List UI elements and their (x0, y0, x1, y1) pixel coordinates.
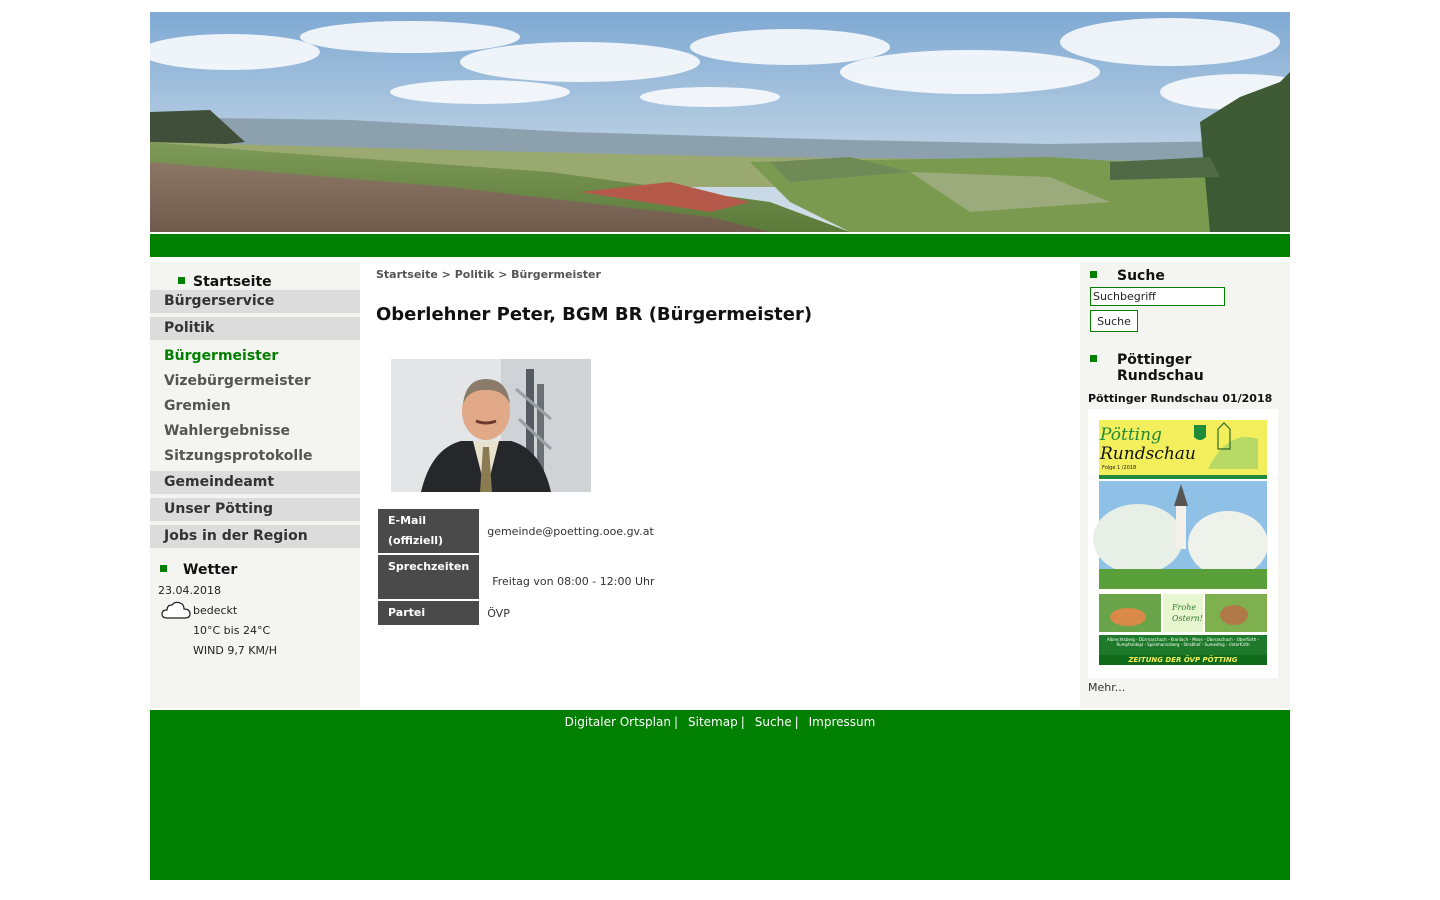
nav-home-label: Startseite (193, 274, 272, 290)
bullet-icon (1090, 271, 1097, 278)
nav-home-link[interactable]: Startseite (178, 274, 272, 290)
detail-value-sprechzeiten: Freitag von 08:00 - 12:00 Uhr (492, 574, 655, 588)
weather-condition: bedeckt (193, 604, 238, 617)
nav-item-jobs[interactable]: Jobs in der Region (150, 525, 360, 548)
nav-item-buergerservice[interactable]: Bürgerservice (150, 290, 360, 313)
cover-issue-number: Folge 1 /2018 (1102, 465, 1137, 471)
breadcrumb-separator: > (498, 268, 508, 281)
search-input[interactable] (1090, 287, 1225, 306)
footer: Digitaler Ortsplan | Sitemap | Suche | Impress… (150, 710, 1290, 880)
rundschau-issue-title: Pöttinger Rundschau 01/2018 (1088, 392, 1273, 405)
table-row: E-Mail (offiziell) gemeinde@poetting.ooe… (378, 509, 661, 553)
rundschau-section-title: Pöttinger Rundschau (1090, 352, 1280, 384)
cover-villages: Albrechtsberg - Dürrnaschach - Kronlach … (1107, 637, 1259, 647)
left-sidebar: Startseite Bürgerservice Politik Bürgerm… (150, 262, 360, 708)
footer-link-sitemap[interactable]: Sitemap (688, 715, 738, 729)
cloud-icon (161, 600, 191, 624)
detail-value-email[interactable]: gemeinde@poetting.ooe.gv.at (481, 509, 660, 553)
footer-separator: | (740, 715, 745, 729)
weather-title-label: Wetter (183, 562, 238, 578)
weather-title: Wetter (160, 562, 237, 578)
nav-item-unser-poetting[interactable]: Unser Pötting (150, 498, 360, 521)
breadcrumb-separator: > (441, 268, 451, 281)
rundschau-cover-image[interactable]: Pötting Rundschau Folge 1 /2018 Frohe Os… (1088, 409, 1278, 678)
weather-wind: WIND 9,7 KM/H (193, 644, 277, 657)
bullet-icon (160, 565, 167, 572)
search-title-label: Suche (1117, 268, 1165, 284)
weather-date: 23.04.2018 (158, 584, 221, 597)
search-button[interactable]: Suche (1090, 310, 1138, 332)
search-section-title: Suche (1090, 268, 1165, 284)
portrait-photo (391, 359, 591, 492)
nav-subitem-buergermeister[interactable]: Bürgermeister (164, 348, 278, 364)
bullet-icon (1090, 355, 1097, 362)
cover-greeting: Frohe Ostern! (1172, 602, 1203, 624)
nav-item-gemeindeamt[interactable]: Gemeindeamt (150, 471, 360, 494)
breadcrumb-current: Bürgermeister (511, 268, 601, 281)
header (150, 12, 1290, 232)
table-row: Sprechzeiten Freitag von 08:00 - 12:00 U… (378, 555, 661, 599)
nav-subitem-vizebuergermeister[interactable]: Vizebürgermeister (164, 373, 311, 389)
main-content: Startseite > Politik > Bürgermeister Obe… (360, 262, 1080, 708)
breadcrumb-link-politik[interactable]: Politik (455, 268, 495, 281)
breadcrumb-link-startseite[interactable]: Startseite (376, 268, 438, 281)
detail-label-partei: Partei (378, 601, 480, 625)
contact-details-table: E-Mail (offiziell) gemeinde@poetting.ooe… (376, 507, 663, 627)
nav-subitem-gremien[interactable]: Gremien (164, 398, 231, 414)
footer-links: Digitaler Ortsplan | Sitemap | Suche | Impress… (150, 715, 1290, 729)
nav-item-politik[interactable]: Politik (150, 317, 360, 340)
page-title: Oberlehner Peter, BGM BR (Bürgermeister) (376, 304, 813, 325)
weather-temperature: 10°C bis 24°C (193, 624, 271, 637)
nav-subitem-sitzungsprotokolle[interactable]: Sitzungsprotokolle (164, 448, 313, 464)
footer-link-ortsplan[interactable]: Digitaler Ortsplan (565, 715, 671, 729)
cover-greeting-line-2: Ostern! (1172, 614, 1203, 623)
footer-separator: | (673, 715, 679, 729)
nav-subitem-wahlergebnisse[interactable]: Wahlergebnisse (164, 423, 290, 439)
cover-greeting-line-1: Frohe (1172, 603, 1197, 612)
cover-title-line-1: Pötting (1100, 425, 1162, 445)
detail-label-email: E-Mail (offiziell) (378, 509, 480, 553)
footer-separator: | (794, 715, 799, 729)
cover-title-line-2: Rundschau (1100, 444, 1196, 464)
right-sidebar: Suche Suche Pöttinger Rundschau Pöttinge… (1080, 262, 1290, 708)
detail-label-sprechzeiten: Sprechzeiten (378, 555, 480, 599)
table-row: Partei ÖVP (378, 601, 661, 625)
rundschau-more-link[interactable]: Mehr... (1088, 681, 1125, 694)
breadcrumb: Startseite > Politik > Bürgermeister (376, 268, 601, 281)
detail-value-partei: ÖVP (487, 606, 510, 620)
rundschau-title-label: Pöttinger Rundschau (1117, 352, 1204, 384)
header-banner-image (150, 12, 1290, 232)
cover-footer-text: ZEITUNG DER ÖVP PÖTTING (1128, 656, 1238, 664)
bullet-icon (178, 277, 185, 284)
footer-link-suche[interactable]: Suche (755, 715, 792, 729)
header-green-bar (150, 234, 1290, 257)
footer-link-impressum[interactable]: Impressum (809, 715, 876, 729)
